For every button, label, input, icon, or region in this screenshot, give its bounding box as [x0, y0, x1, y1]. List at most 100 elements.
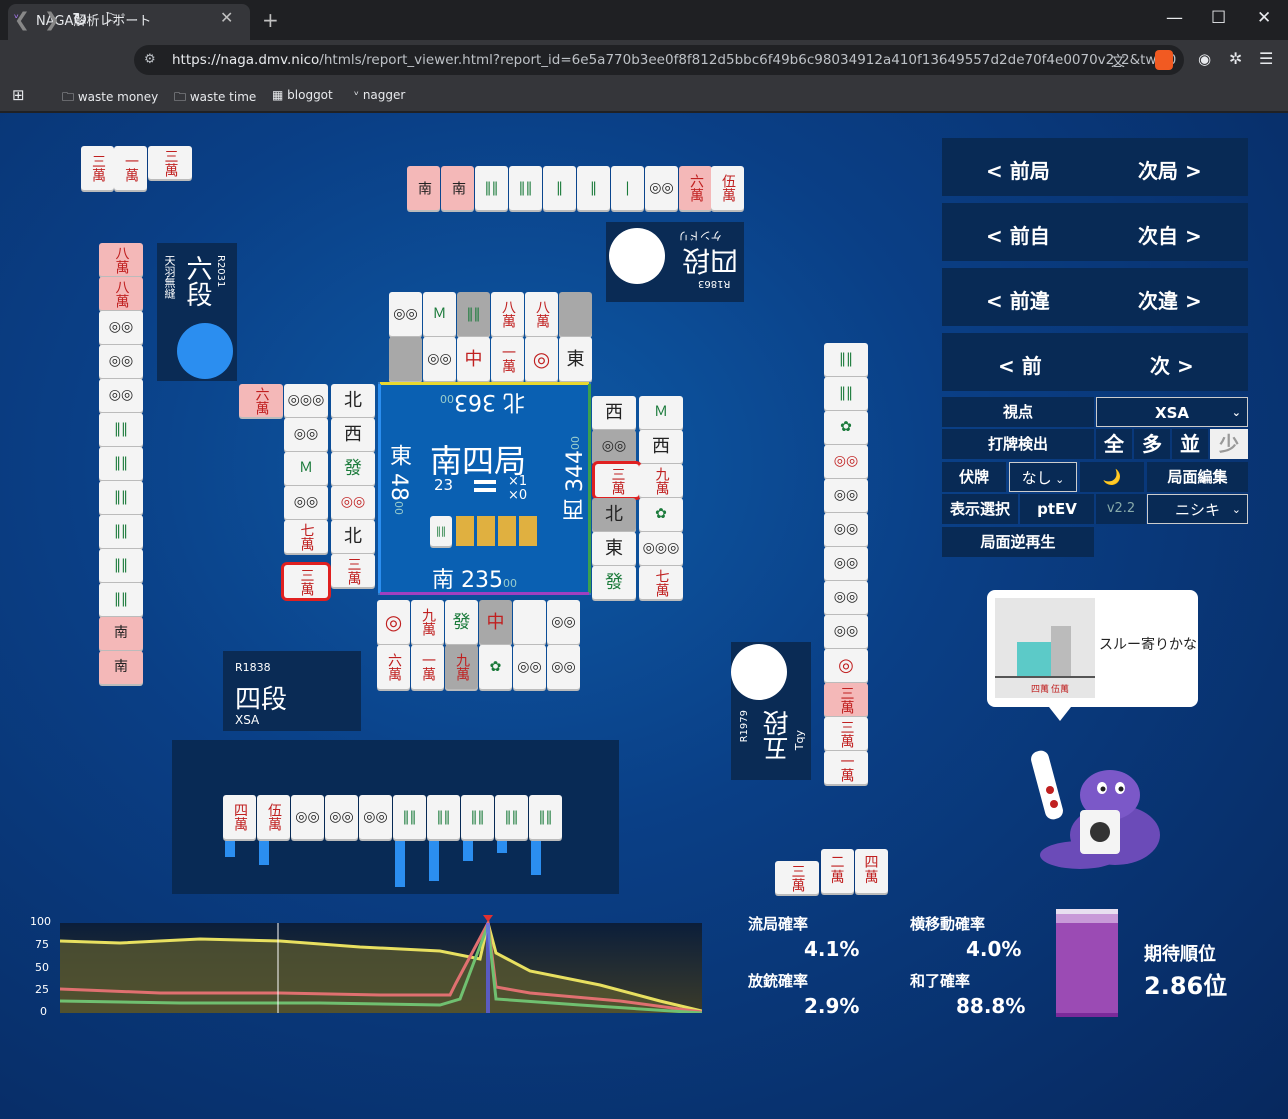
hand-eval-bar [225, 841, 235, 857]
brave-shield-icon[interactable] [1155, 50, 1173, 70]
prev-diff-button[interactable]: < 前違 [986, 285, 1050, 314]
back-icon[interactable]: ❮ [14, 9, 30, 31]
tile: ‖ [577, 166, 610, 210]
bookmark-bloggot[interactable]: ▦ bloggot [272, 88, 333, 102]
bookmark-icon[interactable]: ⚐ [103, 9, 120, 31]
hand-eval-bar [531, 841, 541, 875]
menu-icon[interactable]: ☰ [1259, 49, 1273, 68]
detect-many-button[interactable]: 多 [1134, 429, 1170, 459]
tile: ◎◎ [99, 311, 143, 344]
tile: 三萬 [81, 146, 114, 190]
tile: Ｍ [639, 396, 683, 429]
hand-tile[interactable]: ‖‖ [427, 795, 460, 839]
hand-tile[interactable]: ‖‖ [529, 795, 562, 839]
model-select[interactable]: ニシキ ⌄ [1147, 494, 1248, 524]
tile: 二萬 [821, 849, 854, 893]
tile: ◎◎ [389, 292, 422, 336]
close-window-icon[interactable]: ✕ [1257, 8, 1271, 28]
player-rank: 六段 [182, 255, 212, 307]
player-rank: 四段 [682, 244, 739, 277]
honba-count: 23 [434, 476, 454, 494]
turn-timer-pie [177, 323, 233, 379]
tile: 南 [99, 651, 143, 684]
tile: ◎◎ [547, 645, 580, 689]
tile: 七萬 [284, 520, 328, 553]
forward-icon[interactable]: ❯ [44, 9, 60, 31]
tile: ‖‖ [99, 413, 143, 446]
next-round-button[interactable]: 次局 > [1138, 155, 1202, 184]
next-button[interactable]: 次 > [1150, 350, 1194, 379]
rank-bar [1056, 909, 1118, 1017]
tile: ‖‖ [99, 515, 143, 548]
hand-tile[interactable]: ◎◎ [291, 795, 324, 839]
tile: ◎◎ [824, 547, 868, 580]
tile: ‖‖ [475, 166, 508, 210]
tile: ◎◎ [824, 615, 868, 648]
y-tick: 50 [35, 961, 49, 974]
step-nav: < 前 次 > [942, 333, 1248, 391]
new-tab-icon[interactable]: + [262, 8, 279, 32]
next-diff-button[interactable]: 次違 > [1138, 285, 1202, 314]
prev-self-button[interactable]: < 前自 [986, 220, 1050, 249]
bookmark-waste-time[interactable]: 🗀 waste time [174, 88, 256, 109]
player-panel-right: R1979 五段 Tqy [731, 642, 811, 780]
probability-graph[interactable] [60, 913, 702, 1013]
hand-tile[interactable]: ‖‖ [495, 795, 528, 839]
minimize-icon[interactable]: — [1166, 8, 1183, 28]
tile: 九萬 [411, 600, 444, 644]
maximize-icon[interactable]: ☐ [1211, 8, 1226, 28]
hand-tile[interactable]: ◎◎ [359, 795, 392, 839]
tile: Ｍ [284, 452, 328, 485]
y-tick: 0 [40, 1005, 47, 1018]
puzzle-icon[interactable]: ✲ [1229, 49, 1242, 68]
hand-tile[interactable]: ◎◎ [325, 795, 358, 839]
hand-tile[interactable]: ‖‖ [393, 795, 426, 839]
tile: ◎ [824, 649, 868, 682]
tile: 三萬 [148, 146, 192, 179]
tile: ◎◎ [331, 486, 375, 519]
version-label: v2.2 [1096, 494, 1146, 524]
hand-tile[interactable]: ‖‖ [461, 795, 494, 839]
tile: ◎◎ [423, 337, 456, 381]
tile: 發 [592, 566, 636, 599]
call-bar [1051, 626, 1071, 676]
tile: 北 [331, 520, 375, 553]
yoko-value: 4.0% [966, 937, 1022, 961]
apps-icon[interactable]: ⊞ [12, 86, 25, 104]
bookmark-nagger[interactable]: ᵛ nagger [354, 88, 405, 102]
score-north: 北 36300 [440, 389, 525, 414]
chevron-down-icon: ⌄ [1231, 406, 1241, 419]
translate-icon[interactable]: 文 [1111, 51, 1125, 71]
detect-normal-button[interactable]: 並 [1172, 429, 1208, 459]
close-tab-icon[interactable]: ✕ [220, 8, 233, 27]
hand-eval-bar [429, 841, 439, 881]
site-info-icon[interactable]: ⚙ [144, 52, 156, 67]
prev-round-button[interactable]: < 前局 [986, 155, 1050, 184]
detect-all-button[interactable]: 全 [1096, 429, 1132, 459]
prev-button[interactable]: < 前 [998, 350, 1042, 379]
tile: 西 [592, 396, 636, 429]
hidden-select[interactable]: なし ⌄ [1009, 462, 1077, 492]
detect-few-button[interactable]: 少 [1210, 429, 1248, 459]
tile [389, 337, 422, 381]
tile: ‖‖ [99, 447, 143, 480]
hand-tile[interactable]: 伍萬 [257, 795, 290, 839]
reload-icon[interactable]: ↻ [72, 9, 88, 31]
tile: ‖‖ [509, 166, 542, 210]
player-rating: R1838 [235, 661, 271, 674]
hand-tile[interactable]: 四萬 [223, 795, 256, 839]
tile: ‖ [543, 166, 576, 210]
moon-icon[interactable]: 🌙 [1080, 462, 1144, 492]
naga-mascot-icon [1031, 750, 1160, 869]
edit-position-button[interactable]: 局面編集 [1147, 462, 1248, 492]
tile: 三萬 [331, 554, 375, 587]
reverse-play-button[interactable]: 局面逆再生 [942, 527, 1094, 557]
tile: 發 [331, 452, 375, 485]
bookmark-waste-money[interactable]: 🗀 waste money [62, 88, 158, 109]
tile: ◎◎ [824, 513, 868, 546]
ptev-toggle[interactable]: ptEV [1020, 494, 1094, 524]
viewpoint-select[interactable]: XSA ⌄ [1096, 397, 1248, 427]
next-self-button[interactable]: 次自 > [1138, 220, 1202, 249]
extension-icon[interactable]: ◉ [1198, 50, 1211, 68]
tile: ◎◎ [592, 430, 636, 463]
